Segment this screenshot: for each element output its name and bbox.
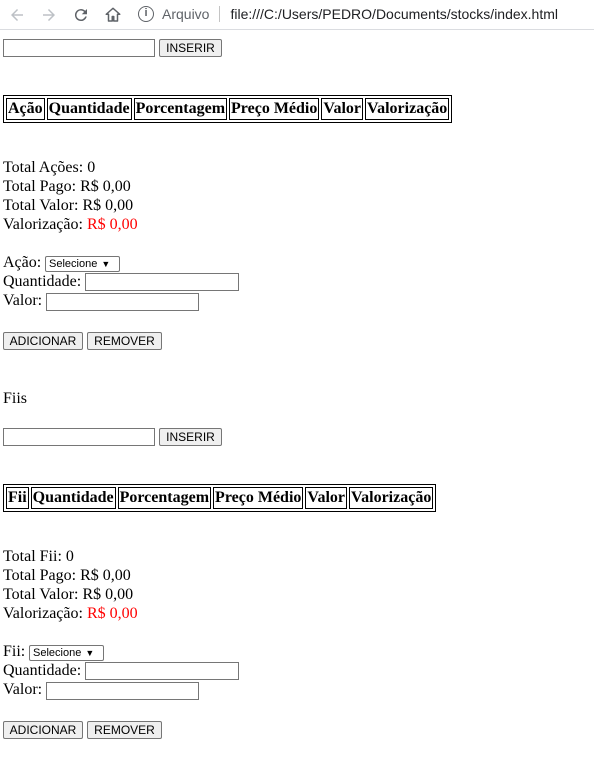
fii-valorizacao-label: Valorização:: [3, 605, 83, 622]
acao-select-value: Selecione: [49, 258, 98, 270]
fii-total-valor-value: R$ 0,00: [82, 586, 134, 603]
col-porcentagem: Porcentagem: [133, 98, 228, 120]
fii-total-valor: Total Valor: R$ 0,00: [3, 586, 133, 604]
back-button[interactable]: [5, 3, 29, 27]
home-icon: [105, 7, 121, 22]
col-porcentagem: Porcentagem: [117, 487, 212, 509]
col-fii: Fii: [6, 487, 29, 509]
total-pago: Total Pago: R$ 0,00: [3, 178, 131, 196]
home-button[interactable]: [101, 3, 125, 27]
total-fii-label: Total Fii:: [3, 548, 62, 565]
col-quantidade: Quantidade: [30, 487, 116, 509]
fii-insert-input[interactable]: [3, 428, 155, 446]
col-preco-medio: Preço Médio: [229, 98, 320, 120]
fii-select-value: Selecione: [33, 647, 82, 659]
col-valor: Valor: [305, 487, 348, 509]
fii-total-pago: Total Pago: R$ 0,00: [3, 567, 131, 585]
chevron-down-icon: ▼: [101, 259, 111, 269]
chevron-down-icon: ▼: [85, 648, 95, 658]
fii-valor-label: Valor:: [3, 681, 43, 698]
fiis-table: Fii Quantidade Porcentagem Preço Médio V…: [3, 484, 437, 512]
fiis-table-header-row: Fii Quantidade Porcentagem Preço Médio V…: [6, 487, 434, 509]
arrow-left-icon: [11, 9, 23, 21]
acao-valor-label: Valor:: [3, 292, 43, 309]
fii-adicionar-button[interactable]: ADICIONAR: [3, 721, 83, 739]
acao-adicionar-button[interactable]: ADICIONAR: [3, 332, 83, 350]
col-valor: Valor: [321, 98, 364, 120]
valorizacao: Valorização: R$ 0,00: [3, 216, 138, 234]
col-valorizacao: Valorização: [365, 98, 450, 120]
total-fii: Total Fii: 0: [3, 548, 74, 566]
forward-button[interactable]: [37, 3, 61, 27]
total-acoes-value: 0: [87, 159, 96, 176]
reload-icon: [74, 9, 87, 22]
col-preco-medio: Preço Médio: [213, 487, 304, 509]
acao-quantidade-input[interactable]: [85, 273, 239, 291]
total-acoes-label: Total Ações:: [3, 159, 84, 176]
col-valorizacao: Valorização: [349, 487, 434, 509]
fii-select-label: Fii:: [3, 643, 26, 660]
acao-select[interactable]: Selecione ▼: [45, 256, 120, 272]
reload-button[interactable]: [69, 3, 93, 27]
acoes-table: Ação Quantidade Porcentagem Preço Médio …: [3, 95, 453, 123]
acao-quantidade-label: Quantidade:: [3, 273, 82, 290]
total-pago-value: R$ 0,00: [80, 178, 131, 195]
total-acoes: Total Ações: 0: [3, 159, 95, 177]
valorizacao-label: Valorização:: [3, 216, 83, 233]
total-valor: Total Valor: R$ 0,00: [3, 197, 133, 215]
browser-toolbar: i Arquivo file:///C:/Users/PEDRO/Documen…: [0, 0, 594, 30]
total-pago-label: Total Pago:: [3, 178, 77, 195]
fii-valor-input[interactable]: [46, 682, 199, 700]
address-divider: [219, 6, 221, 22]
fii-total-pago-label: Total Pago:: [3, 567, 77, 584]
fii-quantidade-input[interactable]: [85, 662, 239, 680]
acao-select-label: Ação:: [3, 254, 42, 271]
col-quantidade: Quantidade: [46, 98, 132, 120]
total-valor-value: R$ 0,00: [82, 197, 134, 214]
acao-insert-button[interactable]: INSERIR: [159, 39, 222, 57]
acoes-table-header-row: Ação Quantidade Porcentagem Preço Médio …: [6, 98, 450, 120]
fii-total-valor-label: Total Valor:: [3, 586, 79, 603]
acao-insert-input[interactable]: [3, 39, 155, 57]
address-bar[interactable]: i Arquivo file:///C:/Users/PEDRO/Documen…: [138, 3, 558, 25]
fii-quantidade-label: Quantidade:: [3, 662, 82, 679]
fiis-section-title: Fiis: [3, 390, 28, 407]
arrow-right-icon: [43, 9, 55, 21]
fii-insert-button[interactable]: INSERIR: [159, 428, 222, 446]
total-fii-value: 0: [65, 548, 74, 565]
total-valor-label: Total Valor:: [3, 197, 79, 214]
col-acao: Ação: [6, 98, 45, 120]
valorizacao-value: R$ 0,00: [86, 216, 138, 233]
acao-valor-input[interactable]: [46, 293, 199, 311]
fii-remover-button[interactable]: REMOVER: [87, 721, 162, 739]
fii-total-pago-value: R$ 0,00: [80, 567, 131, 584]
acao-remover-button[interactable]: REMOVER: [87, 332, 162, 350]
fii-valorizacao-value: R$ 0,00: [86, 605, 138, 622]
fii-select[interactable]: Selecione ▼: [29, 645, 104, 661]
fii-valorizacao: Valorização: R$ 0,00: [3, 605, 138, 623]
info-icon[interactable]: i: [138, 6, 154, 22]
address-url[interactable]: file:///C:/Users/PEDRO/Documents/stocks/…: [230, 6, 558, 22]
address-prefix: Arquivo: [162, 6, 210, 22]
